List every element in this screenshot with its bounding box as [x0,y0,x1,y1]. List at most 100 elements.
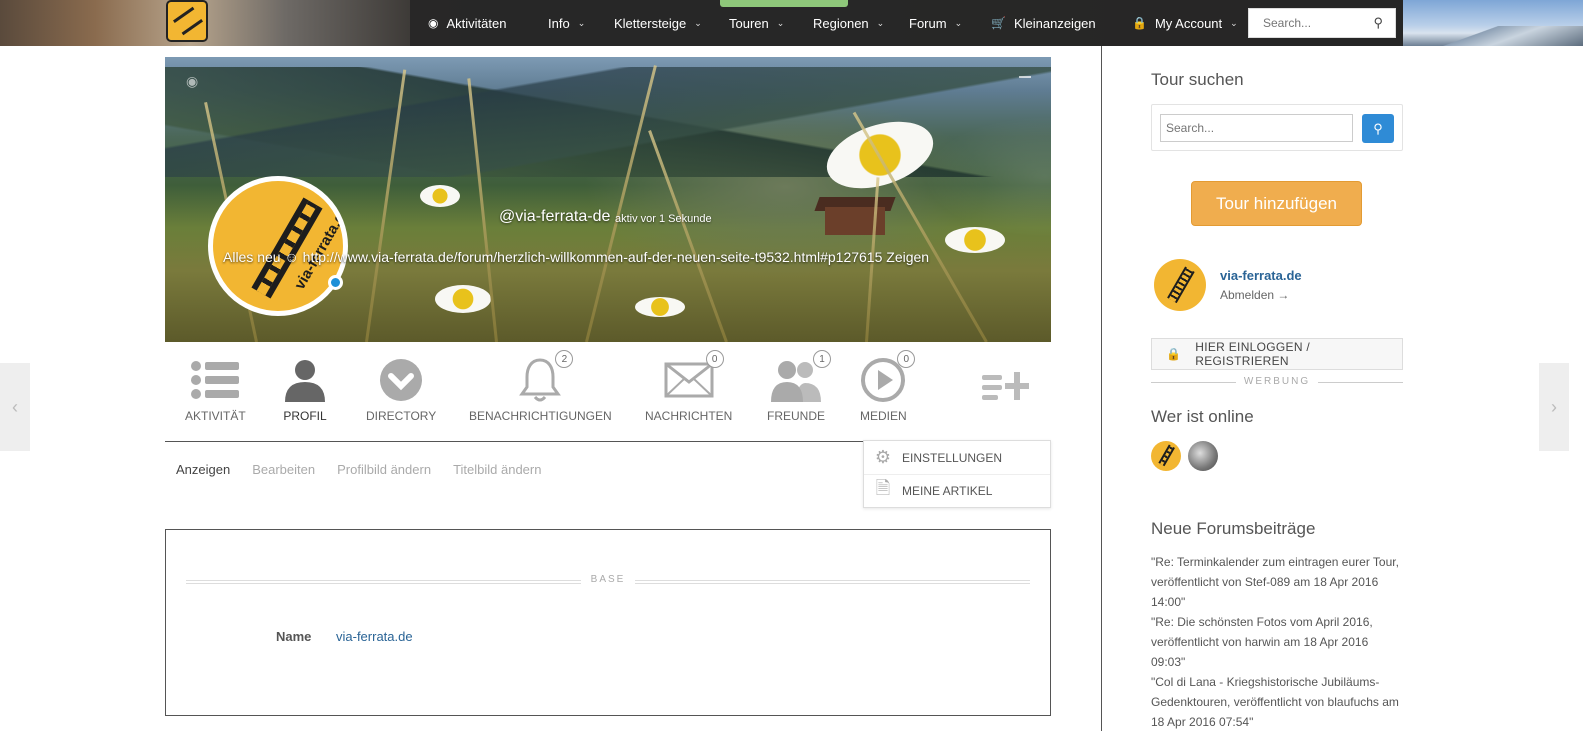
nav-label: Touren [729,15,769,31]
menu-item-meine-artikel[interactable]: 🗎 MEINE ARTIKEL [864,474,1050,507]
chevron-circle-icon [379,355,423,405]
nav-my-account[interactable]: 🔒 My Account ⌄ [1132,0,1238,46]
login-label: HIER EINLOGGEN / REGISTRIEREN [1195,340,1311,368]
nav-regionen[interactable]: Regionen ⌄ [813,0,884,46]
nav-label: Forum [909,15,947,31]
nav-aktivitaeten[interactable]: ◉ Aktivitäten [428,0,506,46]
daisy-flower [635,297,685,317]
tab-benachrichtigungen[interactable]: 2 BENACHRICHTIGUNGEN [469,350,612,423]
nav-label: Klettersteige [614,15,687,31]
user-avatar[interactable] [1154,259,1206,311]
tab-label: FREUNDE [767,409,826,423]
tab-freunde[interactable]: 1 FREUNDE [767,350,831,423]
daisy-flower [420,185,460,207]
tab-directory[interactable]: DIRECTORY [366,355,436,423]
nav-label: Info [548,15,570,31]
chevron-down-icon: ⌄ [694,17,702,28]
nav-label: Regionen [813,15,869,31]
message-count-badge: 0 [705,350,724,368]
profile-fields-panel: BASE Name via-ferrata.de [165,529,1051,716]
lock-icon: 🔒 [1132,16,1147,30]
tab-label: AKTIVITÄT [185,409,246,423]
tour-search-input[interactable] [1160,114,1353,142]
menu-item-einstellungen[interactable]: ⚙ EINSTELLUNGEN [864,441,1050,474]
chevron-down-icon: ⌄ [776,17,785,28]
profile-avatar[interactable]: via-ferrata.de [208,176,348,316]
forum-post-link[interactable]: "Col di Lana - Kriegshistorische Jubiläu… [1151,672,1401,731]
search-icon: ⚲ [1373,120,1383,136]
list-icon [190,355,240,405]
user-name-link[interactable]: via-ferrata.de [1220,268,1302,283]
who-online-heading: Wer ist online [1151,407,1254,426]
chevron-down-icon: ⌄ [577,17,586,28]
more-menu-button[interactable] [982,362,1032,412]
media-count-badge: 0 [897,350,916,368]
site-logo[interactable] [166,0,208,42]
tab-label: MEDIEN [860,409,907,423]
online-status-dot [328,275,343,290]
tab-label: BENACHRICHTIGUNGEN [469,409,612,423]
daisy-flower [945,227,1005,253]
nav-klettersteige[interactable]: Klettersteige ⌄ [614,0,702,46]
online-user-avatar[interactable] [1151,441,1181,471]
profile-status[interactable]: Alles neu ☺ http://www.via-ferrata.de/fo… [223,249,929,265]
logout-link[interactable]: Abmelden → [1220,288,1289,302]
online-user-avatar[interactable] [1188,441,1218,471]
last-active: aktiv vor 1 Sekunde [615,213,712,225]
tab-profil[interactable]: PROFIL [283,355,327,423]
change-cover-camera-icon[interactable]: ◉ [186,73,198,90]
tour-search-button[interactable]: ⚲ [1362,114,1394,143]
tab-label: DIRECTORY [366,409,437,423]
envelope-icon: 0 [664,350,724,405]
nav-touren[interactable]: Touren ⌄ [729,0,784,46]
nav-label: Aktivitäten [446,15,507,31]
tab-label: NACHRICHTEN [645,409,733,423]
list-add-icon [982,362,1032,412]
add-tour-button[interactable]: Tour hinzufügen [1191,181,1362,226]
chevron-down-icon: ⌄ [1230,17,1238,28]
top-search-box: ⚲ [1248,8,1396,38]
gear-icon: ⚙ [874,447,892,467]
tabs-divider [165,441,863,442]
person-icon [283,355,327,405]
subnav-bearbeiten[interactable]: Bearbeiten [252,462,315,477]
cover-menu-icon[interactable] [1019,76,1031,78]
tab-nachrichten[interactable]: 0 NACHRICHTEN [645,350,733,423]
menu-item-label: MEINE ARTIKEL [902,484,993,498]
profile-subnav: Anzeigen Bearbeiten Profilbild ändern Ti… [176,462,541,477]
nav-forum[interactable]: Forum ⌄ [909,0,962,46]
forum-post-link[interactable]: "Re: Terminkalender zum eintragen eurer … [1151,552,1401,612]
nav-info[interactable]: Info ⌄ [548,0,585,46]
top-search-input[interactable] [1249,9,1359,37]
forum-post-link[interactable]: "Re: Die schönsten Fotos vom April 2016,… [1151,612,1401,672]
nav-label: Kleinanzeigen [1013,15,1096,31]
menu-item-label: EINSTELLUNGEN [902,450,1003,465]
chevron-down-icon: ⌄ [954,17,963,28]
subnav-anzeigen[interactable]: Anzeigen [176,462,230,477]
bell-icon: 2 [517,350,574,405]
lock-icon: 🔒 [1166,347,1182,361]
field-label: Name [276,629,312,644]
nav-kleinanzeigen[interactable]: 🛒 Kleinanzeigen [991,0,1096,46]
search-icon[interactable]: ⚲ [1373,15,1383,31]
camera-icon: ◉ [428,16,439,30]
prev-arrow[interactable]: ‹ [0,363,30,451]
forum-posts-heading: Neue Forumsbeiträge [1151,519,1316,538]
forum-posts-list: "Re: Terminkalender zum eintragen eurer … [1151,552,1401,731]
chevron-down-icon: ⌄ [876,17,885,28]
tab-aktivitaet[interactable]: AKTIVITÄT [185,355,246,423]
header-mountain-image [1403,26,1583,46]
next-arrow[interactable]: › [1539,363,1569,451]
more-dropdown-menu: ⚙ EINSTELLUNGEN 🗎 MEINE ARTIKEL [863,440,1051,508]
field-value[interactable]: via-ferrata.de [336,629,413,644]
subnav-profilbild[interactable]: Profilbild ändern [337,462,431,477]
tab-medien[interactable]: 0 MEDIEN [860,350,916,423]
subnav-titelbild[interactable]: Titelbild ändern [453,462,541,477]
friends-icon: 1 [771,350,831,405]
daisy-flower [435,285,491,313]
notification-count-badge: 2 [555,350,574,368]
section-title: BASE [580,574,636,585]
profile-handle: @via-ferrata-de [499,208,611,225]
tour-search-heading: Tour suchen [1151,70,1244,89]
login-register-button[interactable]: 🔒 HIER EINLOGGEN / REGISTRIEREN [1151,338,1403,370]
